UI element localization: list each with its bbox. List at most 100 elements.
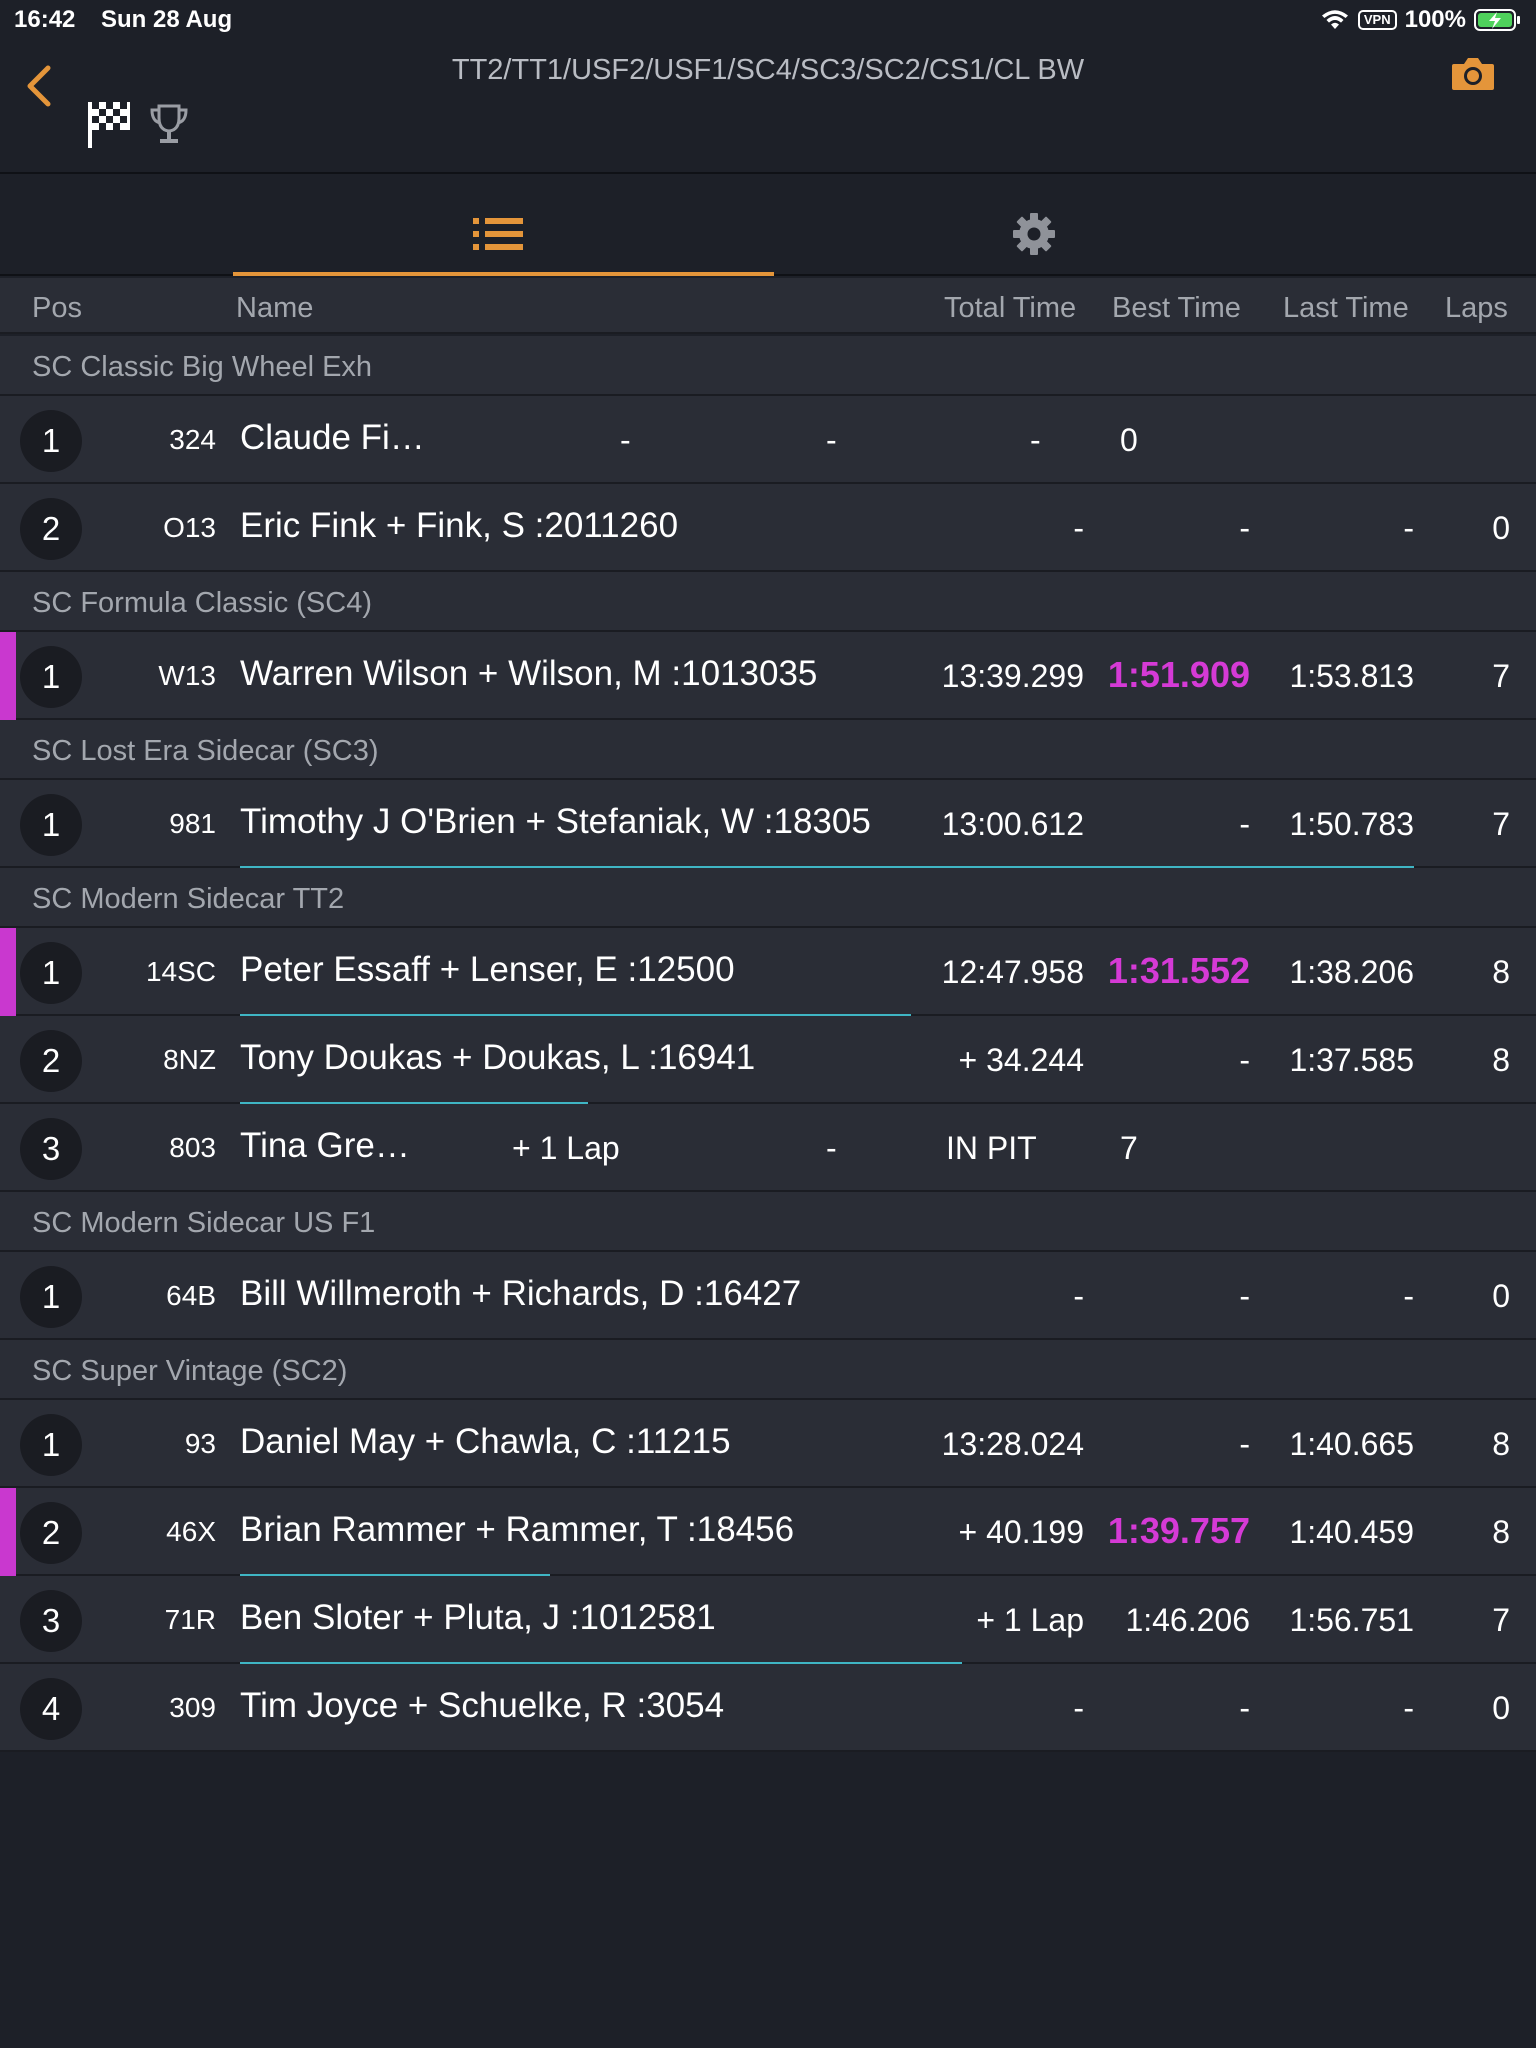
position-badge: 1 (20, 794, 82, 856)
total-time: - (1073, 1278, 1084, 1314)
driver-row[interactable]: 1 93 Daniel May + Chawla, C :11215 13:28.02… (0, 1400, 1536, 1488)
bike-number: 803 (169, 1132, 216, 1163)
class-group-header: SC Super Vintage (SC2) (0, 1340, 1536, 1400)
lap-count: 7 (1492, 806, 1510, 842)
driver-name: Bill Willmeroth + Richards, D :16427 (240, 1274, 802, 1313)
class-group-title: SC Modern Sidecar US F1 (32, 1207, 376, 1239)
col-laps: Laps (1445, 292, 1508, 324)
driver-row[interactable]: 1 W13 Warren Wilson + Wilson, M :1013035 13… (0, 632, 1536, 720)
position-badge: 1 (20, 1414, 82, 1476)
total-time: + 34.244 (958, 1042, 1084, 1078)
bike-number: 93 (184, 1428, 216, 1459)
total-time: - (1073, 1690, 1084, 1726)
driver-row[interactable]: 4 309 Tim Joyce + Schuelke, R :3054 - - - 0 (0, 1664, 1536, 1752)
driver-row[interactable]: 3 71R Ben Sloter + Pluta, J :1012581 + 1 La… (0, 1576, 1536, 1664)
position-badge: 3 (20, 1118, 82, 1180)
pit-status: IN PIT (946, 1130, 1037, 1166)
last-time: 1:40.665 (1289, 1426, 1414, 1462)
class-group-header: SC Lost Era Sidecar (SC3) (0, 720, 1536, 780)
total-time: 13:28.024 (941, 1426, 1084, 1462)
position-badge: 2 (20, 498, 82, 560)
row-cell: - (620, 422, 631, 458)
lap-count: 7 (1492, 1602, 1510, 1638)
lap-count: 7 (1492, 658, 1510, 694)
results-column-header: Pos Name Total Time Best Time Last Time … (0, 278, 1536, 334)
battery-charging-icon (1474, 9, 1520, 31)
last-time: - (1403, 510, 1414, 546)
list-icon (473, 218, 523, 250)
class-group-header: SC Classic Big Wheel Exh (0, 336, 1536, 396)
gear-icon (1013, 213, 1055, 255)
checkered-flag-icon (88, 102, 130, 148)
lap-count: 0 (1492, 510, 1510, 546)
driver-name: Eric Fink + Fink, S :2011260 (240, 506, 679, 545)
status-indicators: VPN 100% (1320, 6, 1522, 34)
last-time: 1:56.751 (1289, 1602, 1414, 1638)
status-date: Sun 28 Aug (101, 6, 233, 33)
lap-count: 0 (1492, 1690, 1510, 1726)
lap-count: 0 (1492, 1278, 1510, 1314)
driver-row[interactable]: 2 8NZ Tony Doukas + Doukas, L :16941 + 34.2… (0, 1016, 1536, 1104)
driver-name: Claude Fi… (240, 418, 425, 457)
class-group-title: SC Super Vintage (SC2) (32, 1355, 348, 1387)
fastest-lap-marker (0, 928, 16, 1016)
last-time: - (1403, 1278, 1414, 1314)
total-time: 13:00.612 (941, 806, 1084, 842)
status-time: 16:42 (14, 6, 76, 33)
driver-name: Daniel May + Chawla, C :11215 (240, 1422, 731, 1461)
last-time: 1:38.206 (1289, 954, 1414, 990)
camera-button[interactable] (1450, 54, 1496, 94)
class-group-header: SC Formula Classic (SC4) (0, 572, 1536, 632)
tab-results-list[interactable] (233, 176, 774, 276)
lap-count: 8 (1492, 1042, 1510, 1078)
trophy-button[interactable] (148, 102, 190, 148)
nav-header: TT2/TT1/USF2/USF1/SC4/SC3/SC2/CS1/CL BW (0, 40, 1536, 174)
session-title: TT2/TT1/USF2/USF1/SC4/SC3/SC2/CS1/CL BW (451, 54, 1085, 86)
best-time: 1:51.909 (1107, 654, 1250, 695)
driver-row[interactable]: 1 14SC Peter Essaff + Lenser, E :12500 12:4… (0, 928, 1536, 1016)
bike-number: 8NZ (163, 1044, 216, 1075)
bike-number: 46X (166, 1516, 216, 1547)
driver-row[interactable]: 3 803 Tina Gre… + 1 Lap - IN PIT 7 (0, 1104, 1536, 1192)
best-time: 1:31.552 (1107, 950, 1250, 991)
col-last-time: Last Time (1283, 292, 1409, 324)
laps-cell: 7 (1120, 1130, 1138, 1166)
best-time: - (1239, 1278, 1250, 1314)
last-time: 1:37.585 (1289, 1042, 1414, 1078)
tab-settings[interactable] (774, 176, 1294, 276)
position-badge: 2 (20, 1502, 82, 1564)
best-cell: - (826, 1130, 837, 1166)
driver-name: Ben Sloter + Pluta, J :1012581 (240, 1598, 716, 1637)
fastest-lap-marker (0, 632, 16, 720)
best-time: - (1239, 1426, 1250, 1462)
position-badge: 1 (20, 942, 82, 1004)
camera-icon (1452, 58, 1494, 90)
gap-cell: + 1 Lap (512, 1130, 620, 1166)
checkered-flag-button[interactable] (86, 98, 132, 150)
total-time: - (1073, 510, 1084, 546)
class-group-header: SC Modern Sidecar TT2 (0, 868, 1536, 928)
driver-row[interactable]: 1 64B Bill Willmeroth + Richards, D :16427… (0, 1252, 1536, 1340)
bike-number: 981 (169, 808, 216, 839)
class-group-header: SC Modern Sidecar US F1 (0, 1192, 1536, 1252)
driver-row[interactable]: 1 324 Claude Fi… - - - 0 (0, 396, 1536, 484)
total-time: + 1 Lap (976, 1602, 1084, 1638)
fastest-lap-marker (0, 1488, 16, 1576)
bike-number: 309 (169, 1692, 216, 1723)
col-total-time: Total Time (944, 292, 1077, 324)
position-badge: 4 (20, 1678, 82, 1740)
bike-number: 14SC (145, 956, 216, 987)
driver-row[interactable]: 1 981 Timothy J O'Brien + Stefaniak, W :18… (0, 780, 1536, 868)
status-bar: 16:42 Sun 28 Aug VPN 100% (0, 0, 1536, 40)
trophy-icon (150, 104, 188, 143)
col-name: Name (236, 292, 314, 324)
class-group-title: SC Classic Big Wheel Exh (32, 351, 373, 383)
bike-number: 64B (166, 1280, 216, 1311)
lap-count: 8 (1492, 1514, 1510, 1550)
driver-row[interactable]: 2 46X Brian Rammer + Rammer, T :18456 + 40.… (0, 1488, 1536, 1576)
driver-row[interactable]: 2 O13 Eric Fink + Fink, S :2011260 - - - 0 (0, 484, 1536, 572)
last-time: 1:53.813 (1289, 658, 1414, 694)
best-time: - (1239, 1042, 1250, 1078)
last-time: 1:40.459 (1289, 1514, 1414, 1550)
bike-number: 71R (164, 1604, 216, 1635)
